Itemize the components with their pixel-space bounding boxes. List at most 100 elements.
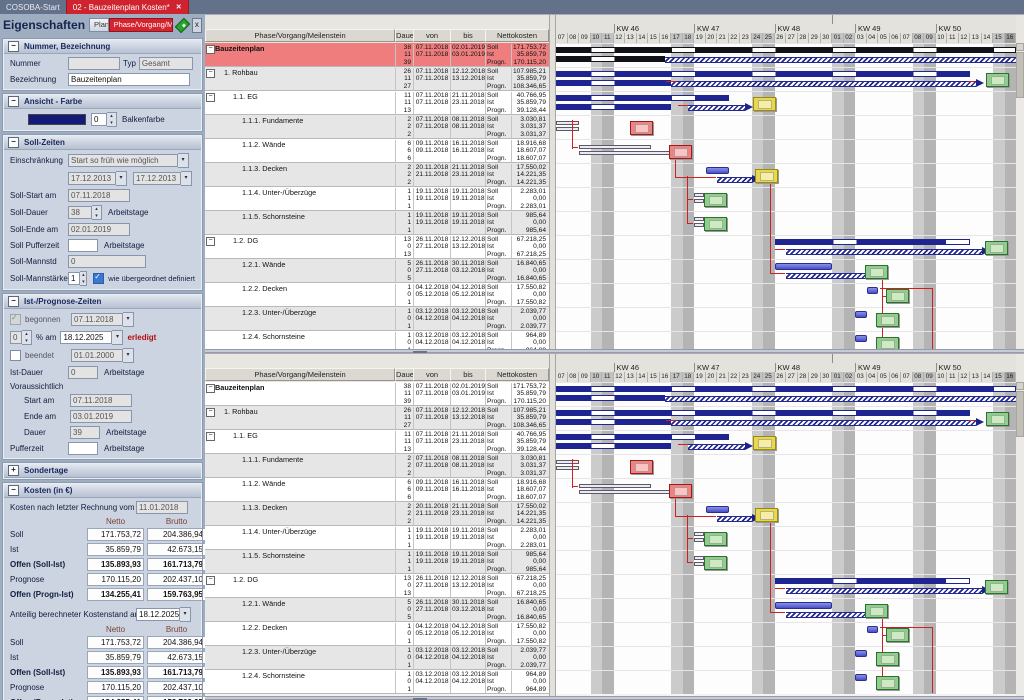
euro-banknote-red-icon[interactable] [630,460,653,474]
navigate-diamond-icon[interactable] [175,17,191,33]
anteilig-date-field[interactable]: 18.12.2025 [136,608,180,621]
gantt-bar-soll[interactable] [556,71,970,77]
task-row[interactable]: 1.1.2. Wände66609.11.201809.11.201816.11… [205,139,549,163]
gantt-bar-ist[interactable] [579,151,671,155]
calendar-dropdown-icon[interactable] [123,348,134,363]
bezeichnung-field[interactable]: Bauzeitenplan [68,73,190,86]
euro-banknote-yellow-icon[interactable] [753,436,776,450]
column-header[interactable]: Nettokosten [485,368,549,381]
collapse-toggle[interactable] [206,384,215,393]
euro-banknote-green-icon[interactable] [704,556,727,570]
euro-banknote-green-icon[interactable] [704,217,727,231]
task-row[interactable]: 1.1.3. Decken22220.11.201821.11.201821.1… [205,163,549,187]
percent-field[interactable]: 0 [10,331,22,344]
task-row[interactable]: 1. Rohbau26112707.11.201807.11.201812.12… [205,67,549,91]
collapse-icon[interactable] [8,137,19,148]
color-spinner[interactable] [107,112,117,127]
tab-bauzeitenplan-kosten[interactable]: 02 - Bauzeitenplan Kosten* ✕ [66,0,189,14]
euro-banknote-yellow-icon[interactable] [755,169,778,183]
bottom-scroll-strip[interactable] [205,696,1024,700]
column-header[interactable]: von [413,29,451,42]
tab-cosoba-start[interactable]: COSOBA-Start [0,0,66,14]
gantt-bar-vorgang[interactable] [775,602,833,609]
gantt-bar-prognose[interactable] [688,105,744,111]
gantt-bar-vorgang[interactable] [775,263,833,270]
task-row[interactable]: 1.1.5. Schornsteine11119.11.201819.11.20… [205,550,549,574]
vertical-scrollbar[interactable] [1016,43,1024,349]
euro-banknote-red-icon[interactable] [669,484,692,498]
gantt-bar-vorgang[interactable] [706,167,729,174]
calendar-dropdown-icon[interactable] [116,171,127,186]
dauer-spinner[interactable] [92,205,102,220]
gantt-bar-soll[interactable] [775,239,971,245]
gantt-bar-soll[interactable] [775,578,971,584]
column-header[interactable]: Phase/Vorgang/Meilenstein [205,368,395,381]
calendar-dropdown-icon[interactable] [123,312,134,327]
beendet-date-field[interactable]: 01.01.2000 [71,349,123,362]
dropdown-icon[interactable] [180,607,191,622]
euro-banknote-green-icon[interactable] [865,604,888,618]
wie-uebergeordnet-checkbox[interactable] [93,273,104,284]
gantt-bar-vorgang[interactable] [867,287,879,294]
close-properties-button[interactable]: x [192,18,202,33]
task-row[interactable]: 1.2.4. Schornsteine10103.12.201804.12.20… [205,670,549,694]
task-row[interactable]: 1.1. EG11111307.11.201807.11.201821.11.2… [205,430,549,454]
task-row[interactable]: Bauzeitenplan38113907.11.201807.11.20180… [205,382,549,406]
expand-icon[interactable] [8,465,19,476]
gantt-bar-ist[interactable] [694,556,704,560]
euro-banknote-green-icon[interactable] [886,289,909,303]
soll-mannstd-field[interactable]: 0 [68,255,146,268]
vertical-scrollbar[interactable] [1016,382,1024,696]
gantt-bar-ist[interactable] [579,484,651,488]
task-row[interactable]: 1.1.3. Decken22220.11.201821.11.201821.1… [205,502,549,526]
euro-banknote-green-icon[interactable] [986,73,1009,87]
gantt-bar-ist[interactable] [694,562,704,566]
dropdown-icon[interactable] [178,153,189,168]
gantt-bar-ist[interactable] [694,193,704,197]
bar-color-swatch[interactable] [28,114,86,125]
gantt-bar-prognose[interactable] [717,177,752,183]
column-header[interactable]: Dauer [395,368,414,381]
collapse-toggle[interactable] [206,69,215,78]
gantt-bar-prognose[interactable] [786,249,982,255]
task-row[interactable]: 1.2.1. Wände50526.11.201827.11.201830.11… [205,598,549,622]
euro-banknote-green-icon[interactable] [986,412,1009,426]
plan-button[interactable]: Plan [89,18,109,32]
soll-puffer-field[interactable] [68,239,98,252]
task-row[interactable]: Bauzeitenplan38113907.11.201807.11.20180… [205,43,549,67]
euro-banknote-green-icon[interactable] [876,652,899,666]
task-row[interactable]: 1.1.4. Unter-/Überzüge11119.11.201819.11… [205,526,549,550]
constraint-date2-field[interactable]: 17.12.2013 [133,172,181,185]
task-row[interactable]: 1.1.4. Unter-/Überzüge11119.11.201819.11… [205,187,549,211]
euro-banknote-green-icon[interactable] [985,241,1008,255]
calendar-dropdown-icon[interactable] [181,171,192,186]
gantt-bar-vorgang[interactable] [855,311,867,318]
gantt-bar-ist[interactable] [556,127,579,131]
gantt-bar-ist[interactable] [694,538,704,542]
gantt-bar-prognose[interactable] [786,588,982,594]
phase-vorgang-meilenstein-button[interactable]: Phase/Vorgang/Meilenste [109,18,173,32]
soll-start-field[interactable]: 07.11.2018 [68,189,130,202]
euro-banknote-green-icon[interactable] [865,265,888,279]
gantt-bar-soll[interactable] [556,56,665,62]
euro-banknote-green-icon[interactable] [704,193,727,207]
column-header[interactable]: Nettokosten [485,29,549,42]
euro-banknote-yellow-icon[interactable] [755,508,778,522]
gantt-bar-prognose[interactable] [665,396,1016,402]
column-header[interactable]: Phase/Vorgang/Meilenstein [205,29,395,42]
euro-banknote-green-icon[interactable] [886,628,909,642]
pufferzeit-field[interactable] [68,442,98,455]
gantt-bar-prognose[interactable] [671,420,976,426]
gantt-bar-soll[interactable] [556,443,671,449]
gantt-bar-ist[interactable] [694,217,704,221]
task-row[interactable]: 1.1.1. Fundamente22207.11.201807.11.2018… [205,454,549,478]
task-row[interactable]: 1.1.2. Wände66609.11.201809.11.201816.11… [205,478,549,502]
collapse-icon[interactable] [8,485,19,496]
task-row[interactable]: 1.2. DG1301326.11.201827.11.201812.12.20… [205,235,549,259]
gantt-bar-vorgang[interactable] [855,650,867,657]
collapse-toggle[interactable] [206,45,215,54]
nummer-field[interactable] [68,57,120,70]
ist-dauer-field[interactable]: 0 [68,366,98,379]
mannstaerke-spinner[interactable] [80,271,87,286]
gantt-bar-soll[interactable] [556,95,729,101]
